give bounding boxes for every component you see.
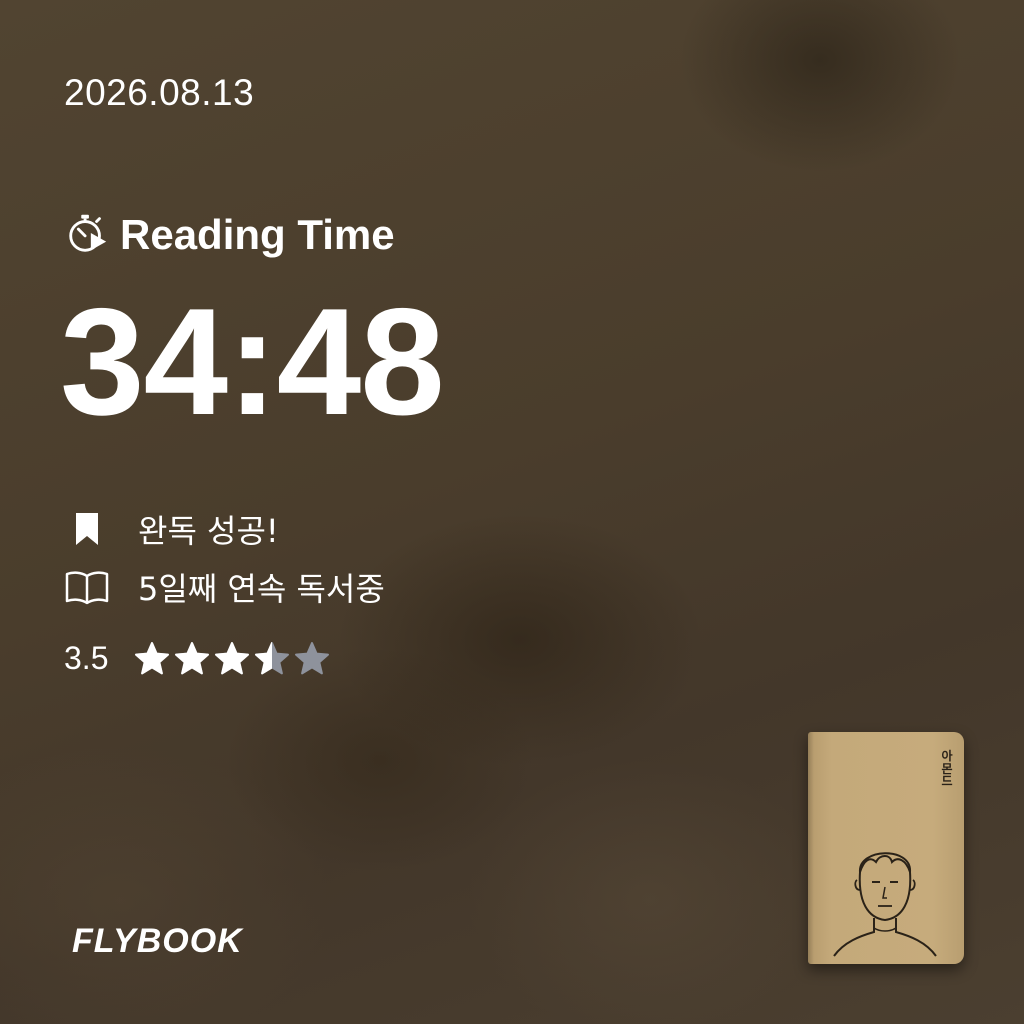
book-cover-title: 아몬드 bbox=[941, 749, 953, 789]
date-label: 2026.08.13 bbox=[64, 72, 255, 113]
book-cover: 아몬드 bbox=[808, 732, 964, 964]
bookmark-icon bbox=[64, 509, 110, 549]
flybook-logo: FLYBOOK bbox=[72, 922, 243, 960]
reading-time-value: 34:48 bbox=[60, 277, 445, 447]
star-icon bbox=[175, 641, 210, 674]
star-icon bbox=[295, 641, 330, 674]
star-icon bbox=[135, 641, 170, 674]
completion-status: 완독 성공! bbox=[64, 506, 279, 552]
rating: 3.5 bbox=[64, 640, 330, 677]
star-icon bbox=[255, 641, 290, 674]
completion-text: 완독 성공! bbox=[138, 512, 279, 550]
star-rating bbox=[134, 641, 330, 677]
reading-time-label: Reading Time bbox=[120, 211, 395, 258]
streak-text: 5일째 연속 독서중 bbox=[138, 570, 385, 608]
share-card: 2026.08.13 Reading Time 34:48 완독 성공! 5일째… bbox=[0, 0, 1024, 1024]
star-icon bbox=[215, 641, 250, 674]
open-book-icon bbox=[64, 567, 110, 607]
rating-value: 3.5 bbox=[64, 640, 109, 676]
reading-time-header: Reading Time bbox=[64, 210, 395, 260]
streak-status: 5일째 연속 독서중 bbox=[64, 564, 385, 610]
stopwatch-play-icon bbox=[64, 210, 110, 260]
portrait-illustration bbox=[833, 852, 937, 957]
